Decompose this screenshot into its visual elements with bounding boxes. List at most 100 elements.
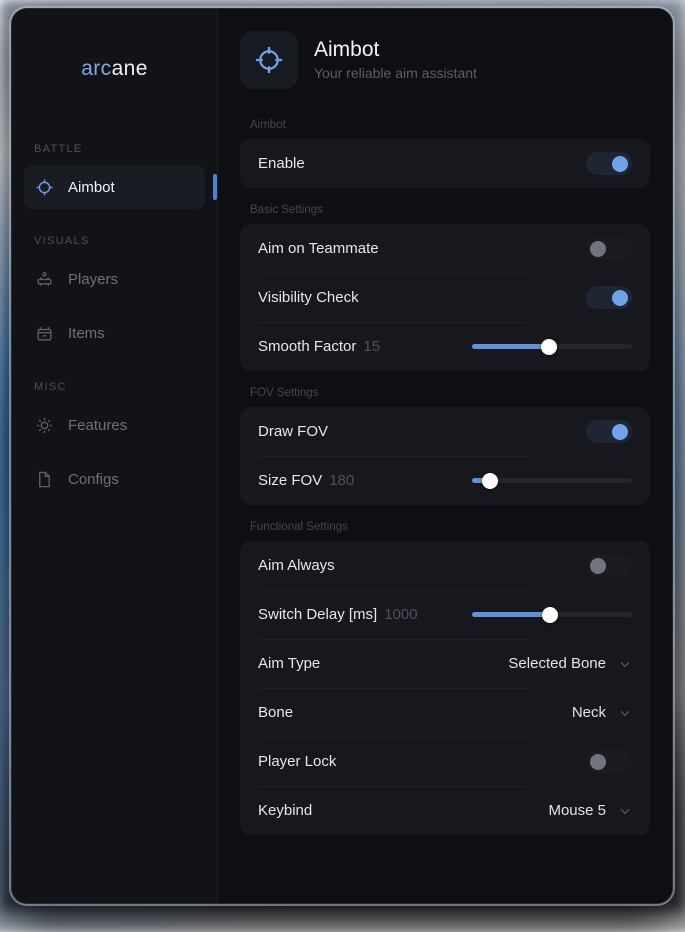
setting-row-switch-delay-ms: Switch Delay [ms]1000 [258,590,632,639]
setting-row-aim-type: Aim Type Selected Bone [258,639,632,688]
settings-section: Aimbot Enable [240,119,650,188]
setting-label: Bone [258,704,293,721]
toggle-aim-always[interactable] [586,554,632,577]
nav-group-misc: MISC Features Configs [24,381,205,501]
setting-row-aim-always: Aim Always [258,541,632,590]
slider-switch-delay-ms[interactable] [472,606,632,624]
nav-group-label: VISUALS [24,235,205,247]
slider-knob[interactable] [541,339,557,355]
chevron-down-icon [618,657,632,671]
dropdown-value: Selected Bone [508,655,606,672]
setting-label: Smooth Factor15 [258,338,380,355]
settings-sections: Aimbot Enable Basic SettingsAim on Teammat… [240,119,650,835]
logo-accent-text: arc [81,57,111,81]
sidebar-item-items[interactable]: Items [24,311,205,355]
setting-row-bone: Bone Neck [258,688,632,737]
dropdown-value: Neck [572,704,606,721]
toggle-visibility-check[interactable] [586,286,632,309]
dropdown-bone[interactable]: Neck [572,704,632,721]
sidebar-nav: BATTLE Aimbot VISUALS Players Items MISC Featu… [24,143,205,501]
setting-label: Aim Always [258,557,335,574]
dropdown-aim-type[interactable]: Selected Bone [508,655,632,672]
setting-row-visibility-check: Visibility Check [258,273,632,322]
setting-value: 180 [329,472,354,489]
dropdown-keybind[interactable]: Mouse 5 [548,802,632,819]
nav-group-visuals: VISUALS Players Items [24,235,205,355]
file-icon [34,469,54,489]
slider-knob[interactable] [542,607,558,623]
setting-label: Keybind [258,802,312,819]
toggle-player-lock[interactable] [586,750,632,773]
sidebar-item-label: Aimbot [68,179,115,196]
sidebar-item-label: Items [68,325,105,342]
setting-label: Draw FOV [258,423,328,440]
section-label: Aimbot [240,119,650,131]
page-header: Aimbot Your reliable aim assistant [240,31,650,89]
settings-card: Enable [240,139,650,188]
nav-group-label: BATTLE [24,143,205,155]
toggle-enable[interactable] [586,152,632,175]
items-box-icon [34,323,54,343]
app-window: arcane BATTLE Aimbot VISUALS Players Items MI… [11,8,673,904]
toggle-knob [612,424,628,440]
page-title: Aimbot [314,37,477,63]
slider-size-fov[interactable] [472,472,632,490]
chevron-down-icon [618,706,632,720]
logo-rest-text: ane [112,57,148,81]
nav-group-battle: BATTLE Aimbot [24,143,205,209]
setting-row-aim-on-teammate: Aim on Teammate [258,224,632,273]
sidebar-item-label: Features [68,417,127,434]
settings-card: Draw FOV Size FOV180 [240,407,650,505]
slider-fill [472,344,549,349]
sidebar: arcane BATTLE Aimbot VISUALS Players Items MI… [12,9,218,903]
settings-section: Basic SettingsAim on TeammateVisibility … [240,204,650,371]
nav-group-label: MISC [24,381,205,393]
dropdown-value: Mouse 5 [548,802,606,819]
setting-row-player-lock: Player Lock [258,737,632,786]
setting-label: Size FOV180 [258,472,354,489]
settings-card: Aim on Teammate Visibility Check Smooth Fa… [240,224,650,371]
settings-section: Functional Settings Aim Always Switch Dela… [240,521,650,835]
toggle-knob [590,754,606,770]
setting-label: Aim Type [258,655,320,672]
setting-label: Switch Delay [ms]1000 [258,606,418,623]
section-label: FOV Settings [240,387,650,399]
setting-label: Player Lock [258,753,336,770]
crosshair-icon [240,31,298,89]
setting-row-keybind: Keybind Mouse 5 [258,786,632,835]
setting-label: Aim on Teammate [258,240,379,257]
sidebar-item-features[interactable]: Features [24,403,205,447]
sidebar-item-label: Players [68,271,118,288]
app-logo: arcane [24,9,205,129]
sidebar-item-aimbot[interactable]: Aimbot [24,165,205,209]
toggle-knob [612,290,628,306]
setting-value: 15 [363,338,380,355]
sidebar-item-configs[interactable]: Configs [24,457,205,501]
toggle-aim-on-teammate[interactable] [586,237,632,260]
toggle-draw-fov[interactable] [586,420,632,443]
crosshair-icon [34,177,54,197]
setting-row-smooth-factor: Smooth Factor15 [258,322,632,371]
players-icon [34,269,54,289]
slider-smooth-factor[interactable] [472,338,632,356]
toggle-knob [590,558,606,574]
slider-knob[interactable] [482,473,498,489]
sidebar-item-label: Configs [68,471,119,488]
slider-fill [472,612,550,617]
page-subtitle: Your reliable aim assistant [314,64,477,83]
setting-value: 1000 [384,606,417,623]
setting-label: Visibility Check [258,289,359,306]
settings-section: FOV Settings Draw FOV Size FOV180 [240,387,650,505]
chevron-down-icon [618,804,632,818]
setting-row-size-fov: Size FOV180 [258,456,632,505]
toggle-knob [590,241,606,257]
sidebar-item-players[interactable]: Players [24,257,205,301]
section-label: Functional Settings [240,521,650,533]
toggle-knob [612,156,628,172]
setting-label: Enable [258,155,305,172]
setting-row-enable: Enable [258,139,632,188]
settings-card: Aim Always Switch Delay [ms]1000 Aim Type S… [240,541,650,835]
gear-icon [34,415,54,435]
main-panel: Aimbot Your reliable aim assistant Aimbo… [218,9,672,903]
setting-row-draw-fov: Draw FOV [258,407,632,456]
